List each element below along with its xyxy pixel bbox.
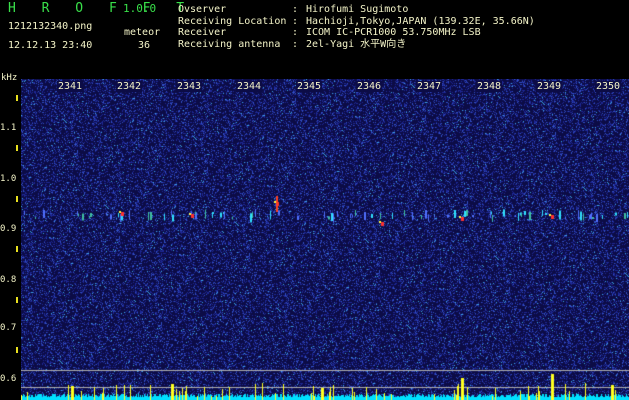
y-axis-marker [16, 145, 18, 151]
y-axis-unit: kHz [1, 73, 18, 83]
y-axis-marker [16, 347, 18, 353]
station-info: Ovserver: Hirofumi Sugimoto Receiving Loc… [178, 4, 535, 50]
x-tick-label: 2342 [116, 81, 143, 92]
app-version: 1.0.0 [123, 2, 157, 15]
y-axis-marker [16, 95, 18, 101]
y-tick-label: 0.6 [0, 374, 17, 384]
x-tick-label: 2346 [356, 81, 383, 92]
x-tick-label: 2347 [416, 81, 443, 92]
x-tick-label: 2344 [236, 81, 263, 92]
y-tick-label: 0.8 [0, 275, 17, 285]
file-name: 1212132340.png [8, 21, 93, 32]
x-tick-label: 2348 [476, 81, 503, 92]
info-value: Hirofumi Sugimoto [306, 4, 409, 15]
spectrogram-panel [21, 79, 629, 400]
hroft-viewer: H R O F F T 1.0.0 1212132340.png 12.12.1… [0, 0, 629, 400]
info-label: Receiver [178, 27, 227, 38]
info-row-observer: Ovserver: Hirofumi Sugimoto [178, 4, 535, 16]
info-separator: : [292, 15, 299, 27]
info-label: Receiving Location [178, 15, 287, 27]
y-axis-marker [16, 246, 18, 252]
y-tick-label: 1.0 [0, 174, 17, 184]
info-row-location: Receiving Location: Hachioji,Tokyo,JAPAN … [178, 16, 535, 28]
info-value: ICOM IC-PCR1000 53.750MHz LSB [306, 27, 481, 38]
x-tick-label: 2343 [176, 81, 203, 92]
info-separator: : [292, 27, 299, 38]
mode-label: meteor [124, 27, 161, 38]
info-value: Hachioji,Tokyo,JAPAN (139.32E, 35.66N) [306, 15, 535, 27]
info-value: 2el-Yagi 水平W向き [306, 38, 407, 50]
y-tick-label: 1.1 [0, 123, 17, 133]
x-tick-label: 2350 [595, 81, 622, 92]
info-separator: : [292, 38, 299, 50]
info-row-antenna: Receiving antenna:2el-Yagi 水平W向き [178, 39, 535, 51]
app-brand: H R O F F T [8, 1, 194, 16]
capture-datetime: 12.12.13 23:40 [8, 40, 93, 51]
y-tick-label: 0.7 [0, 323, 17, 333]
info-label: Receiving antenna [178, 38, 281, 50]
spectrogram-canvas [21, 79, 629, 400]
y-tick-label: 0.9 [0, 224, 17, 234]
x-tick-label: 2345 [296, 81, 323, 92]
x-tick-label: 2341 [57, 81, 84, 92]
mode-value: 36 [138, 40, 151, 51]
info-row-receiver: Receiver: ICOM IC-PCR1000 53.750MHz LSB [178, 27, 535, 39]
y-axis-marker [16, 196, 18, 202]
info-separator: : [292, 4, 299, 15]
x-tick-label: 2349 [536, 81, 563, 92]
info-label: Ovserver [178, 4, 227, 15]
y-axis-marker [16, 297, 18, 303]
